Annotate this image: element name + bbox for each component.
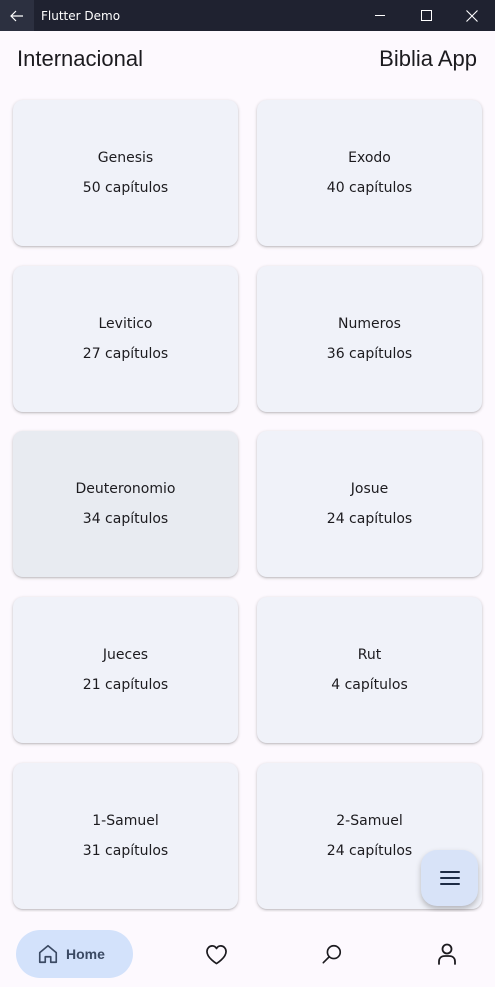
book-card-josue[interactable]: Josue 24 capítulos	[257, 431, 482, 577]
home-icon	[38, 944, 58, 964]
book-chapters: 50 capítulos	[82, 180, 169, 196]
book-chapters: 36 capítulos	[326, 346, 413, 362]
menu-fab-button[interactable]	[421, 850, 478, 906]
back-button[interactable]	[0, 0, 34, 31]
book-name: Exodo	[348, 150, 391, 166]
book-chapters: 34 capítulos	[82, 511, 169, 527]
minimize-button[interactable]	[357, 0, 403, 31]
app-bar-right-title: Biblia App	[379, 46, 477, 71]
nav-home-label: Home	[66, 946, 105, 962]
books-grid: Genesis 50 capítulos Exodo 40 capítulos …	[0, 87, 495, 912]
book-card-levitico[interactable]: Levitico 27 capítulos	[13, 266, 238, 412]
book-name: Levitico	[98, 316, 153, 332]
close-icon	[466, 9, 478, 22]
person-icon	[438, 943, 456, 965]
book-chapters: 24 capítulos	[326, 511, 413, 527]
book-chapters: 27 capítulos	[82, 346, 169, 362]
book-name: Rut	[357, 647, 382, 663]
book-name: Jueces	[102, 647, 149, 663]
window-titlebar: Flutter Demo	[0, 0, 495, 31]
book-card-numeros[interactable]: Numeros 36 capítulos	[257, 266, 482, 412]
maximize-icon	[420, 10, 432, 21]
back-arrow-icon	[10, 10, 23, 21]
search-icon	[322, 944, 342, 964]
nav-search-button[interactable]	[320, 942, 344, 966]
book-name: 2-Samuel	[336, 813, 403, 829]
book-chapters: 4 capítulos	[331, 677, 408, 693]
book-name: Genesis	[97, 150, 154, 166]
app-bar-left-title: Internacional	[17, 46, 143, 71]
book-chapters: 40 capítulos	[326, 180, 413, 196]
book-name: Josue	[350, 481, 389, 497]
book-name: 1-Samuel	[92, 813, 159, 829]
book-card-deuteronomio[interactable]: Deuteronomio 34 capítulos	[13, 431, 238, 577]
book-card-genesis[interactable]: Genesis 50 capítulos	[13, 100, 238, 246]
app-bar: Internacional Biblia App	[0, 31, 495, 87]
nav-home-button[interactable]: Home	[16, 930, 133, 978]
nav-profile-button[interactable]	[435, 942, 459, 966]
minimize-icon	[374, 15, 385, 16]
book-card-1-samuel[interactable]: 1-Samuel 31 capítulos	[13, 763, 238, 909]
book-card-exodo[interactable]: Exodo 40 capítulos	[257, 100, 482, 246]
heart-icon	[205, 944, 227, 964]
book-card-rut[interactable]: Rut 4 capítulos	[257, 597, 482, 743]
menu-icon	[439, 871, 460, 885]
book-card-jueces[interactable]: Jueces 21 capítulos	[13, 597, 238, 743]
maximize-button[interactable]	[403, 0, 449, 31]
nav-favorites-button[interactable]	[204, 942, 228, 966]
book-chapters: 31 capítulos	[82, 843, 169, 859]
book-chapters: 24 capítulos	[326, 843, 413, 859]
window-title: Flutter Demo	[41, 8, 121, 23]
bottom-navigation: Home	[0, 912, 495, 987]
book-chapters: 21 capítulos	[82, 677, 169, 693]
close-button[interactable]	[449, 0, 495, 31]
book-name: Deuteronomio	[75, 481, 176, 497]
book-name: Numeros	[338, 316, 401, 332]
